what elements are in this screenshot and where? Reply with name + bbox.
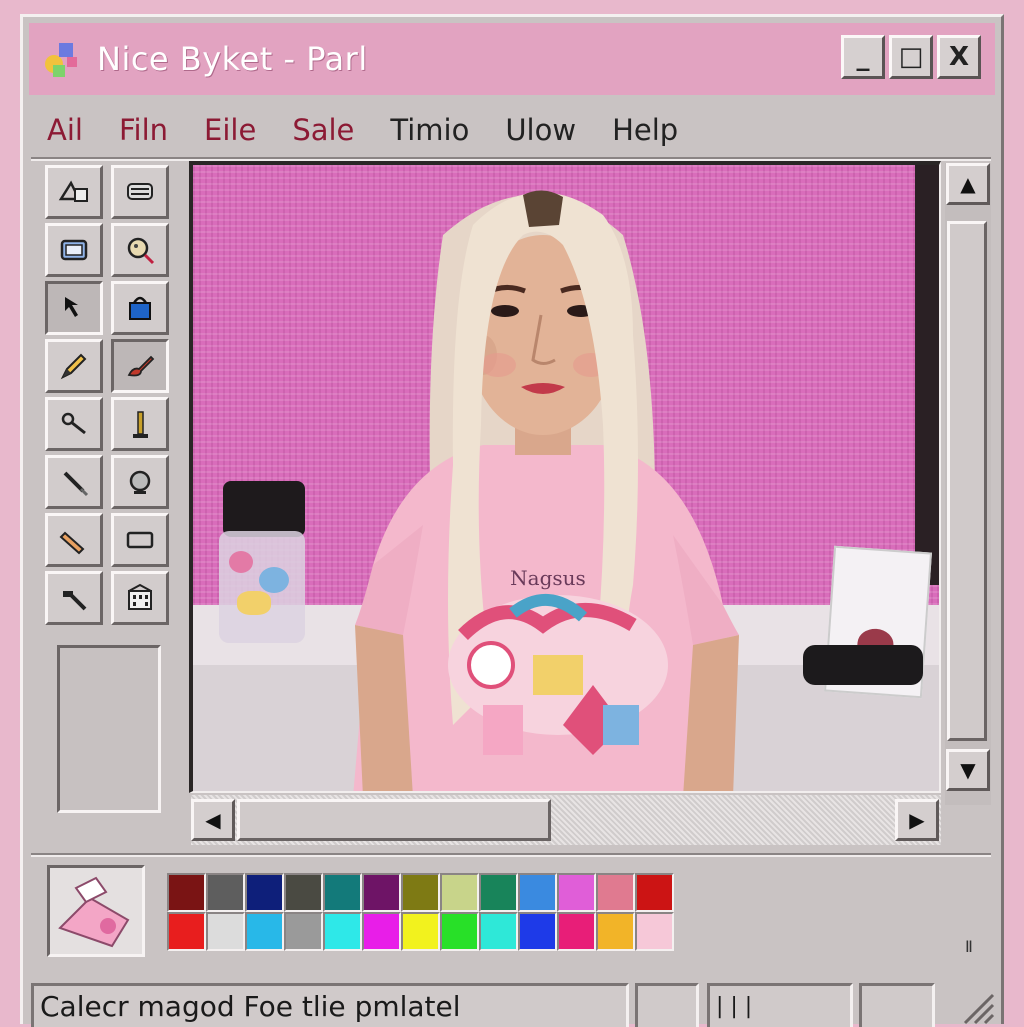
horizontal-scrollbar[interactable]: ◀ ▶ xyxy=(191,795,941,845)
menu-filn[interactable]: Filn xyxy=(101,113,186,147)
canvas-monitor-edge xyxy=(915,165,939,585)
frame-icon[interactable] xyxy=(45,223,103,277)
title-bar[interactable]: Nice Byket - Parl _ □ X xyxy=(29,23,995,95)
color-swatch[interactable] xyxy=(596,912,635,951)
color-swatch[interactable] xyxy=(557,912,596,951)
arrow-left-icon: ◀ xyxy=(205,808,221,832)
color-swatch[interactable] xyxy=(479,912,518,951)
canvas-jar xyxy=(219,531,305,643)
status-text: Calecr magod Foe tlie pmlatel xyxy=(40,990,461,1023)
app-icon[interactable] xyxy=(39,37,83,81)
canvas-phone xyxy=(803,645,923,685)
color-swatch[interactable] xyxy=(206,912,245,951)
menu-eile[interactable]: Eile xyxy=(186,113,274,147)
menu-ulow[interactable]: Ulow xyxy=(487,113,594,147)
scroll-left-button[interactable]: ◀ xyxy=(191,799,235,841)
color-swatch[interactable] xyxy=(284,873,323,912)
color-swatch[interactable] xyxy=(635,873,674,912)
color-swatch[interactable] xyxy=(401,873,440,912)
color-swatch[interactable] xyxy=(635,912,674,951)
maximize-button[interactable]: □ xyxy=(889,35,933,79)
corner-mark: Ⅱ xyxy=(965,937,973,956)
magnifier-icon[interactable] xyxy=(111,223,169,277)
rectangle-icon[interactable] xyxy=(111,513,169,567)
status-field-3: | | | xyxy=(707,983,853,1027)
circle-icon[interactable] xyxy=(111,455,169,509)
minimize-icon: _ xyxy=(856,42,870,72)
pencil-icon[interactable] xyxy=(45,339,103,393)
menu-sale[interactable]: Sale xyxy=(274,113,372,147)
color-swatch[interactable] xyxy=(596,873,635,912)
window-title: Nice Byket - Parl xyxy=(97,40,368,78)
arrow-up-icon: ▲ xyxy=(960,172,976,196)
menu-bar: Ail Filn Eile Sale Timio Ulow Help xyxy=(29,101,995,159)
status-field-3-text: | | | xyxy=(716,994,753,1019)
current-color-box[interactable] xyxy=(47,865,145,957)
menu-timio[interactable]: Timio xyxy=(372,113,487,147)
color-swatch[interactable] xyxy=(518,873,557,912)
canvas-jar-lid xyxy=(223,481,305,537)
color-swatch[interactable] xyxy=(362,912,401,951)
color-swatch[interactable] xyxy=(245,873,284,912)
scroll-down-button[interactable]: ▼ xyxy=(946,749,990,791)
status-field-4 xyxy=(859,983,935,1027)
color-swatch[interactable] xyxy=(518,912,557,951)
arrow-down-icon: ▼ xyxy=(960,758,976,782)
line-icon[interactable] xyxy=(111,397,169,451)
color-swatch[interactable] xyxy=(284,912,323,951)
status-field-2 xyxy=(635,983,699,1027)
arrow-right-icon: ▶ xyxy=(909,808,925,832)
color-swatch[interactable] xyxy=(167,873,206,912)
menu-ail[interactable]: Ail xyxy=(29,113,101,147)
color-palette xyxy=(167,873,674,951)
tool-options-box[interactable] xyxy=(57,645,161,813)
drawing-canvas[interactable]: Nagsus xyxy=(189,161,941,793)
close-button[interactable]: X xyxy=(937,35,981,79)
color-swatch[interactable] xyxy=(167,912,206,951)
color-swatch[interactable] xyxy=(206,873,245,912)
bucket-icon[interactable] xyxy=(111,281,169,335)
status-message-field: Calecr magod Foe tlie pmlatel xyxy=(31,983,629,1027)
color-swatch[interactable] xyxy=(440,873,479,912)
color-swatch[interactable] xyxy=(440,912,479,951)
eyedropper-icon[interactable] xyxy=(45,397,103,451)
minimize-button[interactable]: _ xyxy=(841,35,885,79)
close-icon: X xyxy=(948,42,970,72)
color-swatch[interactable] xyxy=(323,873,362,912)
scroll-up-button[interactable]: ▲ xyxy=(946,163,990,205)
arrow-cursor-icon[interactable] xyxy=(45,281,103,335)
palette-divider xyxy=(31,853,991,857)
hammer-icon[interactable] xyxy=(45,571,103,625)
building-icon[interactable] xyxy=(111,571,169,625)
resize-grip-icon[interactable] xyxy=(959,993,995,1025)
stamp-icon[interactable] xyxy=(111,165,169,219)
scroll-right-button[interactable]: ▶ xyxy=(895,799,939,841)
select-icon[interactable] xyxy=(45,165,103,219)
brush-icon[interactable] xyxy=(111,339,169,393)
menu-help[interactable]: Help xyxy=(594,113,696,147)
vertical-scrollbar[interactable]: ▲ ▼ xyxy=(945,163,991,805)
canvas-portrait: Nagsus xyxy=(353,190,739,791)
maximize-icon: □ xyxy=(898,42,924,72)
vertical-scroll-thumb[interactable] xyxy=(947,221,987,741)
color-swatch[interactable] xyxy=(557,873,596,912)
status-bar: Calecr magod Foe tlie pmlatel | | | xyxy=(31,983,1001,1027)
color-swatch[interactable] xyxy=(401,912,440,951)
color-swatch[interactable] xyxy=(479,873,518,912)
color-swatch[interactable] xyxy=(323,912,362,951)
pen-icon[interactable] xyxy=(45,455,103,509)
color-swatch[interactable] xyxy=(362,873,401,912)
horizontal-scroll-thumb[interactable] xyxy=(237,799,551,841)
paint-window: Nice Byket - Parl _ □ X Ail Filn Eile Sa… xyxy=(20,14,1004,1027)
brush-color-icon xyxy=(58,876,130,948)
color-swatch[interactable] xyxy=(245,912,284,951)
eraser-icon[interactable] xyxy=(45,513,103,567)
shirt-text: Nagsus xyxy=(510,566,586,590)
